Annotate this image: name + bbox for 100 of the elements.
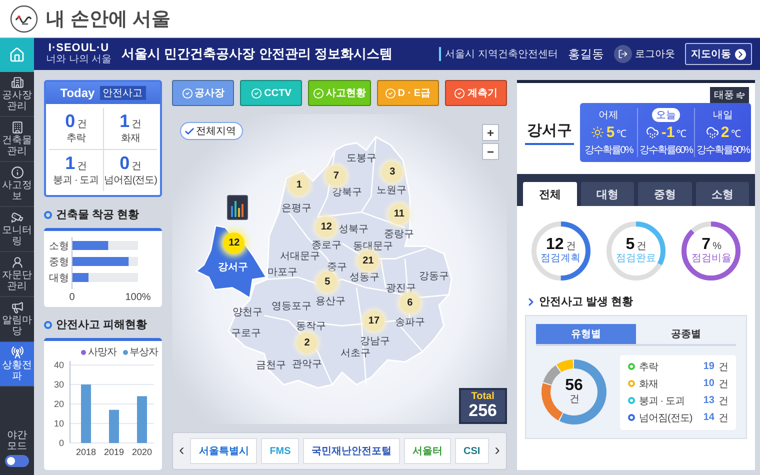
district-label[interactable]: 강동구 — [419, 269, 450, 284]
wind-icon — [736, 90, 745, 100]
view-tab[interactable]: 공종별 — [636, 324, 736, 344]
size-tab[interactable]: 중형 — [638, 182, 692, 206]
category-label: 대형 — [49, 273, 69, 284]
district-label[interactable]: 도봉구 — [346, 151, 376, 166]
gauge-label: 점검완료 — [616, 254, 656, 265]
district-label[interactable]: 용산구 — [315, 294, 346, 308]
tick-label: 40 — [54, 360, 64, 370]
tick-label: 0 — [69, 292, 75, 303]
stat-label: 추락 — [66, 132, 86, 145]
district-label[interactable]: 송파구 — [394, 314, 425, 329]
all-regions-toggle[interactable]: 전체지역 — [180, 122, 243, 140]
category-label: 중형 — [49, 257, 69, 268]
gauge-label: 점검비율 — [691, 254, 732, 265]
info-icon — [10, 166, 24, 179]
zoom-in-button[interactable]: + — [482, 124, 499, 141]
temperature: 2 — [720, 124, 730, 141]
stat-label: 넘어짐(전도) — [104, 174, 157, 187]
district-label[interactable]: 광진구 — [386, 280, 416, 295]
tick-label: 30 — [54, 380, 64, 390]
person-icon — [10, 256, 24, 269]
partner-logo[interactable]: CSI — [455, 438, 489, 464]
district-label[interactable]: 마포구 — [268, 265, 298, 280]
size-tab[interactable]: 소형 — [696, 182, 749, 206]
district-label[interactable]: 구로구 — [230, 326, 261, 340]
next-button[interactable]: › — [492, 442, 502, 460]
stat-unit: 건 — [77, 118, 87, 131]
district-label[interactable]: 중랑구 — [384, 226, 414, 241]
section-title: 안전사고 발생 현황 — [539, 295, 634, 309]
donut-chart-drawing — [542, 360, 606, 424]
district-label[interactable]: 중구 — [327, 260, 348, 274]
stat-unit: 건 — [77, 160, 87, 173]
temperature: 5 — [606, 124, 615, 141]
gauge-label: 점검계획 — [540, 254, 581, 265]
district-label[interactable]: 동작구 — [296, 318, 326, 333]
chart-icon[interactable] — [227, 194, 248, 220]
brand-name: I·SEOUL·U — [48, 42, 110, 54]
night-mode-toggle[interactable] — [5, 455, 29, 467]
district-label[interactable]: 성동구 — [349, 270, 380, 284]
district-label[interactable]: 강남구 — [360, 334, 390, 348]
district-label[interactable]: 강서구 — [218, 260, 248, 274]
check-icon — [182, 88, 193, 98]
check-icon — [454, 88, 466, 98]
day-label: 어제 — [598, 109, 620, 122]
size-tab[interactable]: 전체 — [523, 182, 576, 206]
cloud-icon — [646, 126, 660, 139]
legend-label: 사망자 — [88, 346, 116, 359]
megaphone-icon — [10, 301, 24, 314]
temperature-unit: ℃ — [731, 128, 740, 140]
district-label[interactable]: 강북구 — [332, 184, 362, 198]
logo-text: FMS — [270, 446, 291, 456]
legend-unit: 건 — [718, 378, 728, 390]
partner-logo[interactable]: 서울특별시 — [190, 438, 258, 464]
legend-label: 화재 — [639, 378, 658, 390]
gauge-unit: % — [712, 242, 721, 253]
category-label: 2020 — [132, 447, 152, 457]
tick-label: 20 — [54, 399, 64, 409]
typhoon-button[interactable]: 태풍 — [710, 87, 749, 103]
night-mode-label: 야간모드 — [6, 430, 28, 452]
category-label: 소형 — [49, 241, 69, 252]
logout-button[interactable]: 로그아웃 — [614, 45, 675, 63]
district-label[interactable]: 은평구 — [281, 201, 312, 216]
logo-text: 서울터 — [412, 445, 443, 458]
district-label[interactable]: 양천구 — [232, 305, 263, 320]
day-label: 내일 — [712, 109, 734, 122]
legend-label: 넘어짐(전도) — [639, 412, 692, 424]
district-label[interactable]: 영등포구 — [271, 299, 312, 314]
district-label[interactable]: 서초구 — [340, 346, 371, 360]
day-label: 오늘 — [652, 108, 680, 122]
today-title: Today — [60, 86, 95, 100]
zoom-out-button[interactable]: − — [482, 143, 499, 160]
category-badge: 안전사고 — [100, 86, 146, 100]
check-icon — [312, 88, 324, 98]
stat-label: 화재 — [120, 132, 140, 145]
view-tab[interactable]: 유형별 — [536, 324, 636, 344]
legend-count: 10 — [703, 378, 714, 389]
temperature-unit: ℃ — [616, 128, 626, 140]
stat-value: 1 — [65, 154, 76, 172]
size-tab[interactable]: 대형 — [580, 182, 634, 206]
stat-value: 0 — [120, 154, 130, 172]
legend-count: 14 — [703, 412, 714, 423]
district-label[interactable]: 금천구 — [256, 358, 286, 372]
temperature-unit: ℃ — [676, 128, 686, 140]
home-icon — [9, 47, 25, 63]
rain-chance: 강수확률90% — [696, 144, 750, 157]
category-label: 2018 — [76, 447, 96, 457]
sidebar-item[interactable]: 상황전파 — [0, 342, 34, 387]
cloud-icon — [706, 126, 719, 139]
district-label[interactable]: 노원구 — [376, 183, 406, 198]
antenna-icon — [10, 346, 24, 359]
logo-icon — [10, 4, 38, 32]
logo-text: 국민재난안전포털 — [312, 445, 392, 458]
district-label[interactable]: 성북구 — [338, 222, 369, 236]
gauge-unit: 건 — [636, 242, 646, 253]
partner-logo[interactable]: 국민재난안전포털 — [303, 438, 400, 464]
map-move-button[interactable]: 지도이동 — [685, 43, 752, 65]
partner-logo[interactable]: 서울터 — [404, 438, 452, 464]
district-label[interactable]: 관악구 — [292, 357, 322, 372]
previous-button[interactable]: ‹ — [177, 442, 186, 460]
